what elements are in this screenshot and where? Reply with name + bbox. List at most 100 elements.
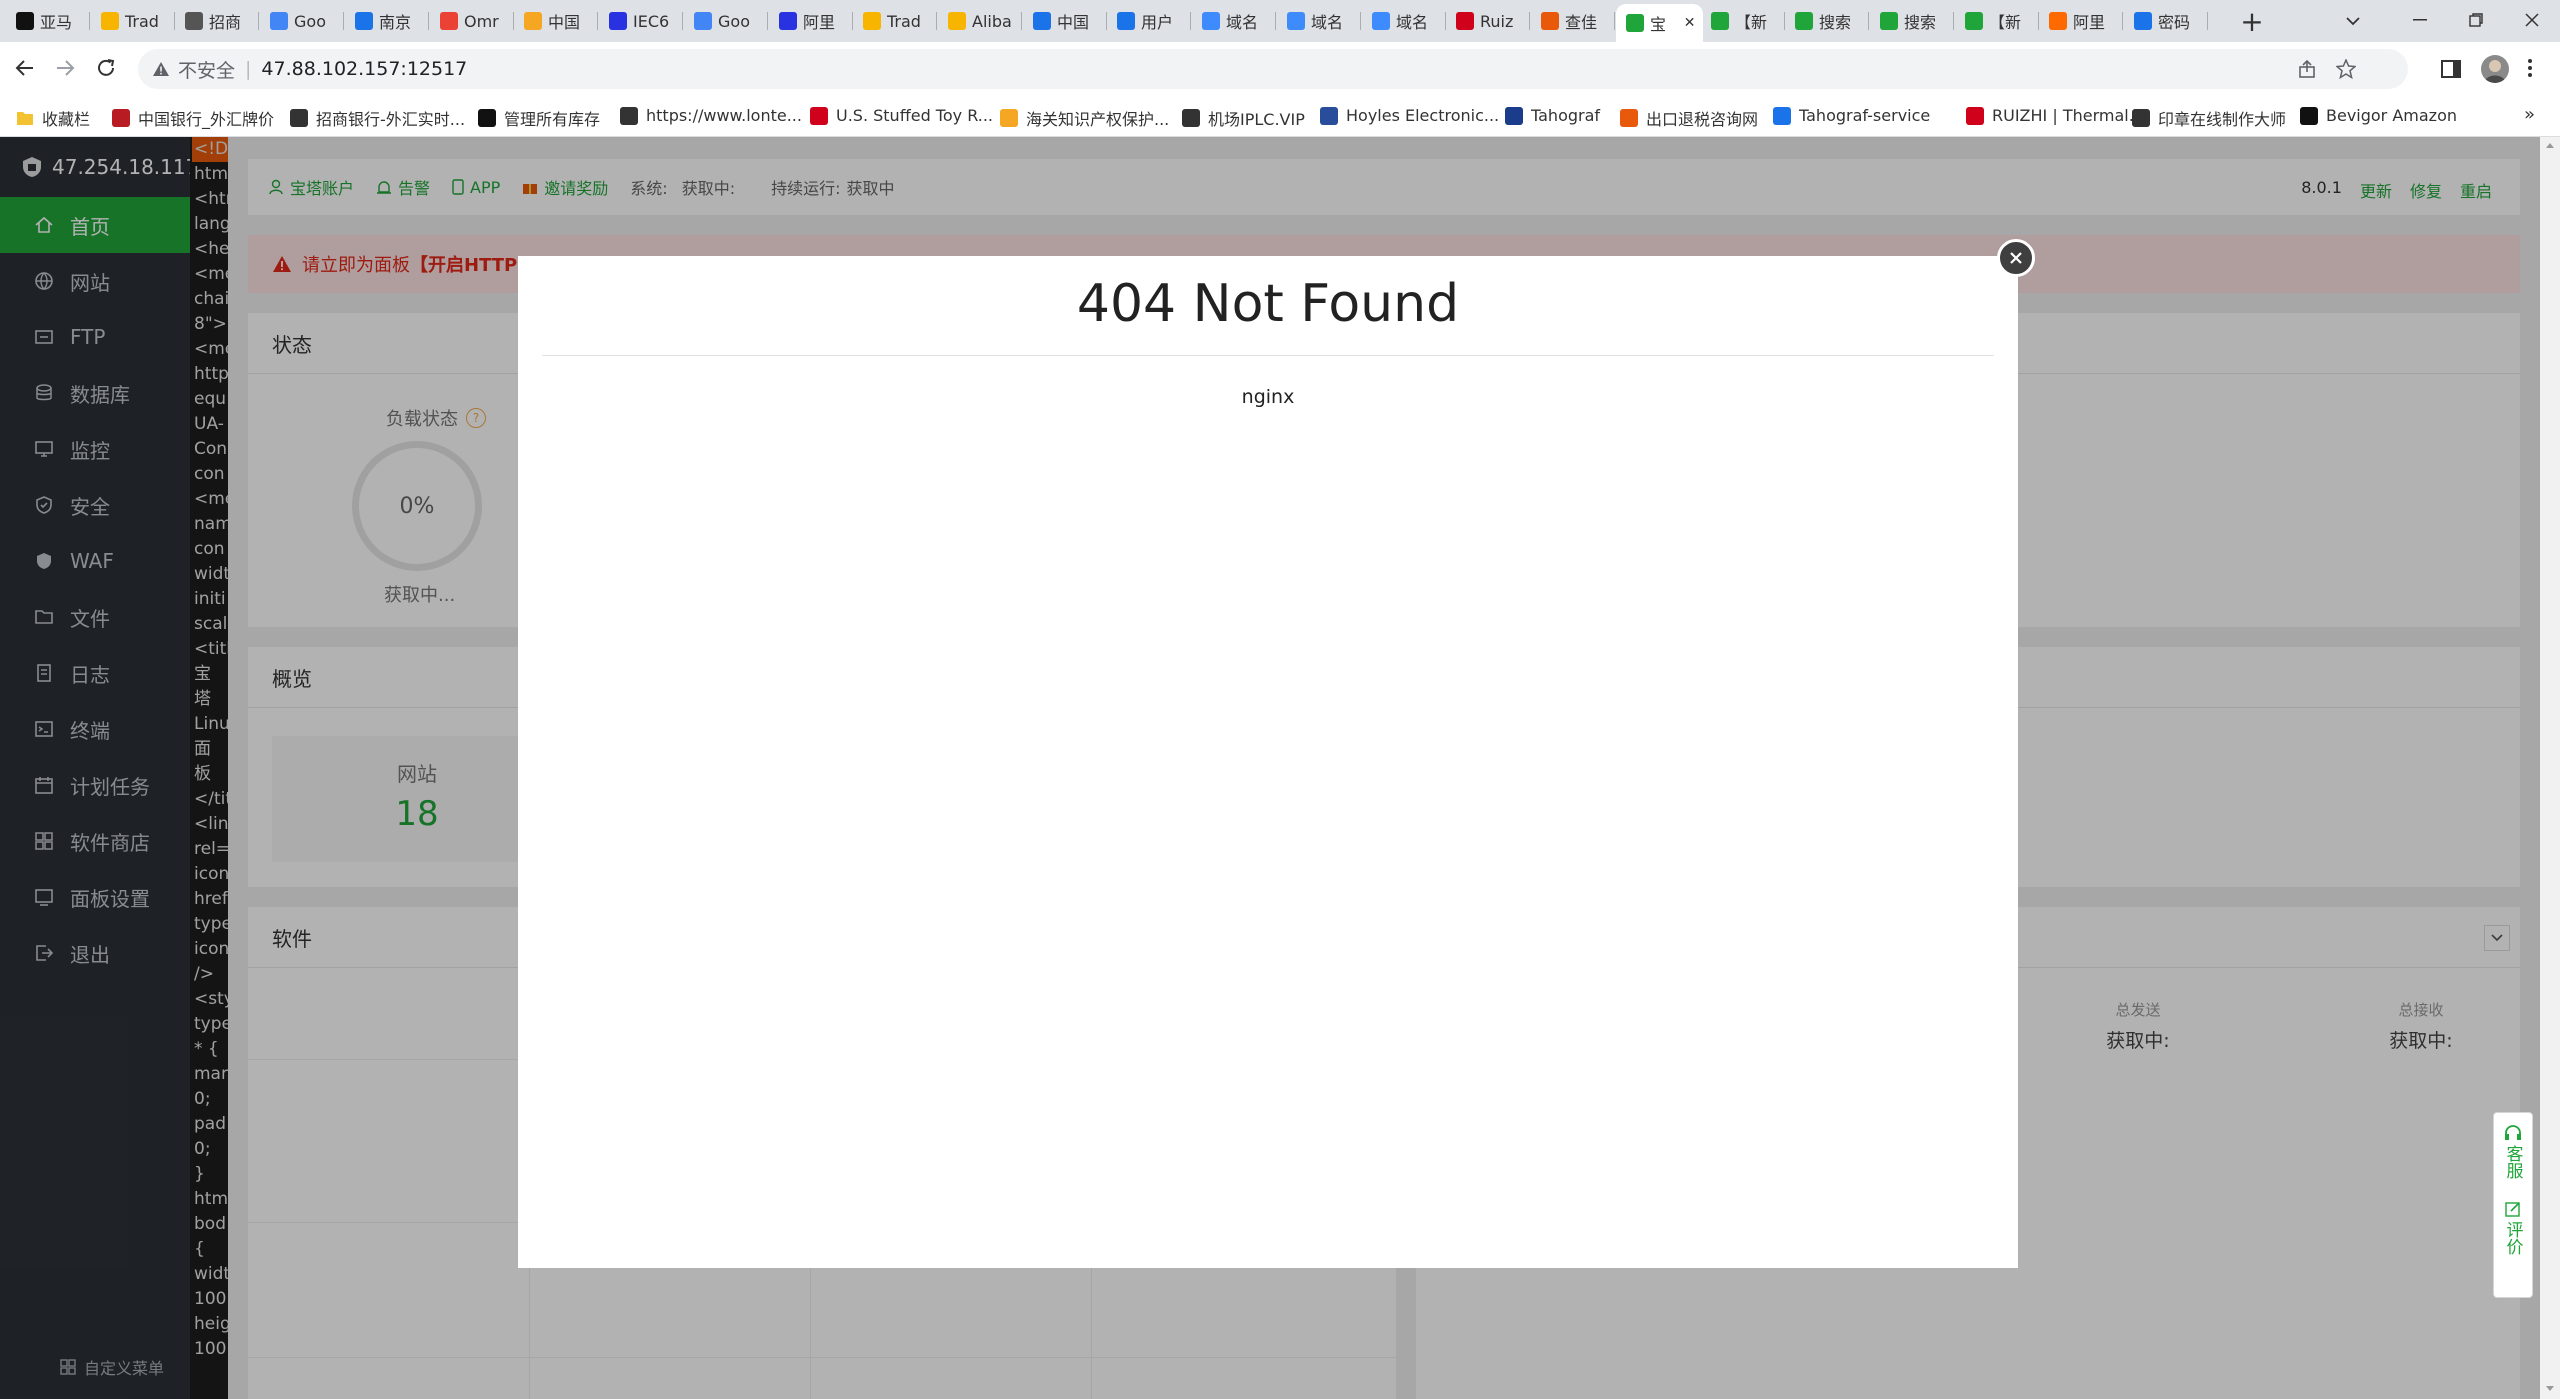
bookmark-item[interactable]: 出口退税咨询网 — [1620, 106, 1758, 130]
bookmark-item[interactable]: 中国银行_外汇牌价 — [112, 106, 274, 130]
menu-kebab-icon[interactable] — [2527, 57, 2533, 79]
browser-tab[interactable]: 宝 ✕ — [1616, 4, 1704, 42]
cloud-icon — [1287, 12, 1305, 30]
bracket-icon — [2049, 12, 2067, 30]
close-tab-icon[interactable]: ✕ — [1684, 15, 1696, 31]
bookmark-item[interactable]: Tahograf-service — [1773, 106, 1930, 125]
dialog-divider — [542, 355, 1994, 356]
bookmark-item[interactable]: 机场IPLC.VIP — [1182, 106, 1305, 130]
tab-search-icon[interactable] — [2340, 8, 2366, 34]
bookmark-item[interactable]: https://www.lonte... — [620, 106, 802, 125]
bookmark-label: Tahograf-service — [1799, 106, 1931, 125]
browser-tab[interactable]: 域名 — [1277, 4, 1362, 38]
browser-tab-label: Goo — [294, 11, 326, 31]
reload-icon[interactable] — [95, 57, 117, 79]
bookmark-star-icon[interactable] — [2336, 59, 2356, 79]
url-text[interactable]: 47.88.102.157:12517 — [261, 58, 467, 80]
browser-tab[interactable]: 域名 — [1192, 4, 1277, 38]
browser-tab[interactable]: Aliba — [938, 4, 1023, 38]
browser-tab[interactable]: 中国 — [514, 4, 599, 38]
ruizhi-icon — [1456, 12, 1474, 30]
browser-tab[interactable]: 搜索 — [1785, 4, 1870, 38]
browser-tab[interactable]: 【新 — [1701, 4, 1786, 38]
bookmark-item[interactable]: 印章在线制作大师 — [2132, 106, 2286, 130]
bookmarks-folder-label: 收藏栏 — [42, 110, 91, 129]
browser-tab[interactable]: 中国 — [1023, 4, 1108, 38]
restore-button[interactable] — [2448, 0, 2504, 40]
bookmarks-overflow-icon[interactable]: » — [2524, 104, 2535, 125]
scroll-down-icon[interactable] — [2545, 1385, 2555, 1393]
browser-tab-label: 【新 — [1735, 13, 1768, 32]
c-icon — [1117, 12, 1135, 30]
hand-icon — [524, 12, 542, 30]
browser-tab[interactable]: Ruiz — [1446, 4, 1531, 38]
browser-tab[interactable]: 域名 — [1362, 4, 1447, 38]
shield-icon — [1880, 12, 1898, 30]
browser-tab[interactable]: 密码 — [2124, 4, 2209, 38]
bookmark-label: 印章在线制作大师 — [2158, 110, 2287, 129]
minimize-button[interactable] — [2392, 0, 2448, 40]
back-icon[interactable] — [14, 57, 36, 79]
browser-tab-label: 阿里 — [2073, 13, 2106, 32]
bookmark-item[interactable]: 招商银行-外汇实时... — [290, 106, 465, 130]
bookmark-favicon-icon — [1620, 109, 1638, 127]
security-label[interactable]: 不安全 — [178, 56, 235, 83]
bookmark-label: Bevigor Amazon — [2326, 106, 2458, 125]
browser-tab-label: Goo — [718, 11, 750, 31]
search-icon — [1541, 12, 1559, 30]
bookmark-label: Hoyles Electronic... — [1346, 106, 1500, 125]
page-scrollbar[interactable] — [2540, 137, 2560, 1399]
bookmark-item[interactable]: Hoyles Electronic... — [1320, 106, 1499, 125]
bookmark-favicon-icon — [620, 106, 638, 125]
browser-tab-label: Trad — [887, 11, 921, 31]
warning-triangle-icon[interactable] — [152, 61, 170, 77]
bookmark-label: 出口退税咨询网 — [1646, 110, 1759, 129]
address-bar[interactable]: 不安全 | 47.88.102.157:12517 — [138, 49, 2408, 89]
headset-icon — [2504, 1125, 2522, 1141]
browser-tab[interactable]: 阿里 — [769, 4, 854, 38]
bookmark-favicon-icon — [810, 106, 828, 125]
bookmark-item[interactable]: 管理所有库存 — [478, 106, 600, 130]
baidu-icon — [779, 12, 797, 30]
browser-tab-label: 亚马 — [40, 13, 73, 32]
share-icon[interactable] — [2298, 60, 2316, 78]
browser-tab[interactable]: 用户 — [1107, 4, 1192, 38]
bookmark-item[interactable]: Bevigor Amazon — [2300, 106, 2457, 125]
bookmark-item[interactable]: RUIZHI | Thermal... — [1966, 106, 2144, 125]
address-separator: | — [245, 58, 252, 80]
browser-tab[interactable]: Trad — [853, 4, 938, 38]
scroll-up-icon[interactable] — [2545, 141, 2555, 149]
bookmark-item[interactable]: U.S. Stuffed Toy R... — [810, 106, 993, 125]
browser-tab-label: 搜索 — [1819, 13, 1852, 32]
browser-tab[interactable]: 查佳 — [1531, 4, 1616, 38]
browser-tab[interactable]: IEC6 — [599, 4, 684, 38]
bookmarks-folder[interactable]: 收藏栏 — [16, 106, 90, 130]
new-tab-button[interactable]: + — [2234, 4, 2270, 38]
bookmark-item[interactable]: Tahograf — [1505, 106, 1600, 125]
bookmark-favicon-icon — [1966, 106, 1984, 125]
bookmark-item[interactable]: 海关知识产权保护... — [1000, 106, 1169, 130]
browser-tab[interactable]: Omr — [430, 4, 515, 38]
dialog-close-button[interactable] — [1997, 239, 2035, 277]
browser-tab[interactable]: 亚马 — [6, 4, 91, 38]
side-panel-icon[interactable] — [2441, 59, 2461, 79]
browser-tab-label: 域名 — [1226, 13, 1259, 32]
forward-icon[interactable] — [54, 57, 76, 79]
browser-tab[interactable]: Goo — [684, 4, 769, 38]
browser-tab[interactable]: Trad — [91, 4, 176, 38]
browser-tab[interactable]: 南京 — [345, 4, 430, 38]
profile-avatar[interactable] — [2481, 55, 2509, 83]
browser-tab[interactable]: 阿里 — [2039, 4, 2124, 38]
browser-tab[interactable]: 【新 — [1955, 4, 2040, 38]
bookmark-favicon-icon — [1505, 106, 1523, 125]
close-window-button[interactable] — [2504, 0, 2560, 40]
bookmark-favicon-icon — [290, 109, 308, 127]
bookmark-favicon-icon — [2300, 106, 2318, 125]
service-button[interactable]: 客服 — [2501, 1125, 2526, 1179]
browser-tab[interactable]: 搜索 — [1870, 4, 1955, 38]
browser-tab[interactable]: 招商 — [175, 4, 260, 38]
browser-tab[interactable]: Goo — [260, 4, 345, 38]
error-dialog: 404 Not Found nginx — [518, 256, 2018, 1268]
review-button[interactable]: 评价 — [2501, 1201, 2526, 1255]
baidu-icon — [609, 12, 627, 30]
